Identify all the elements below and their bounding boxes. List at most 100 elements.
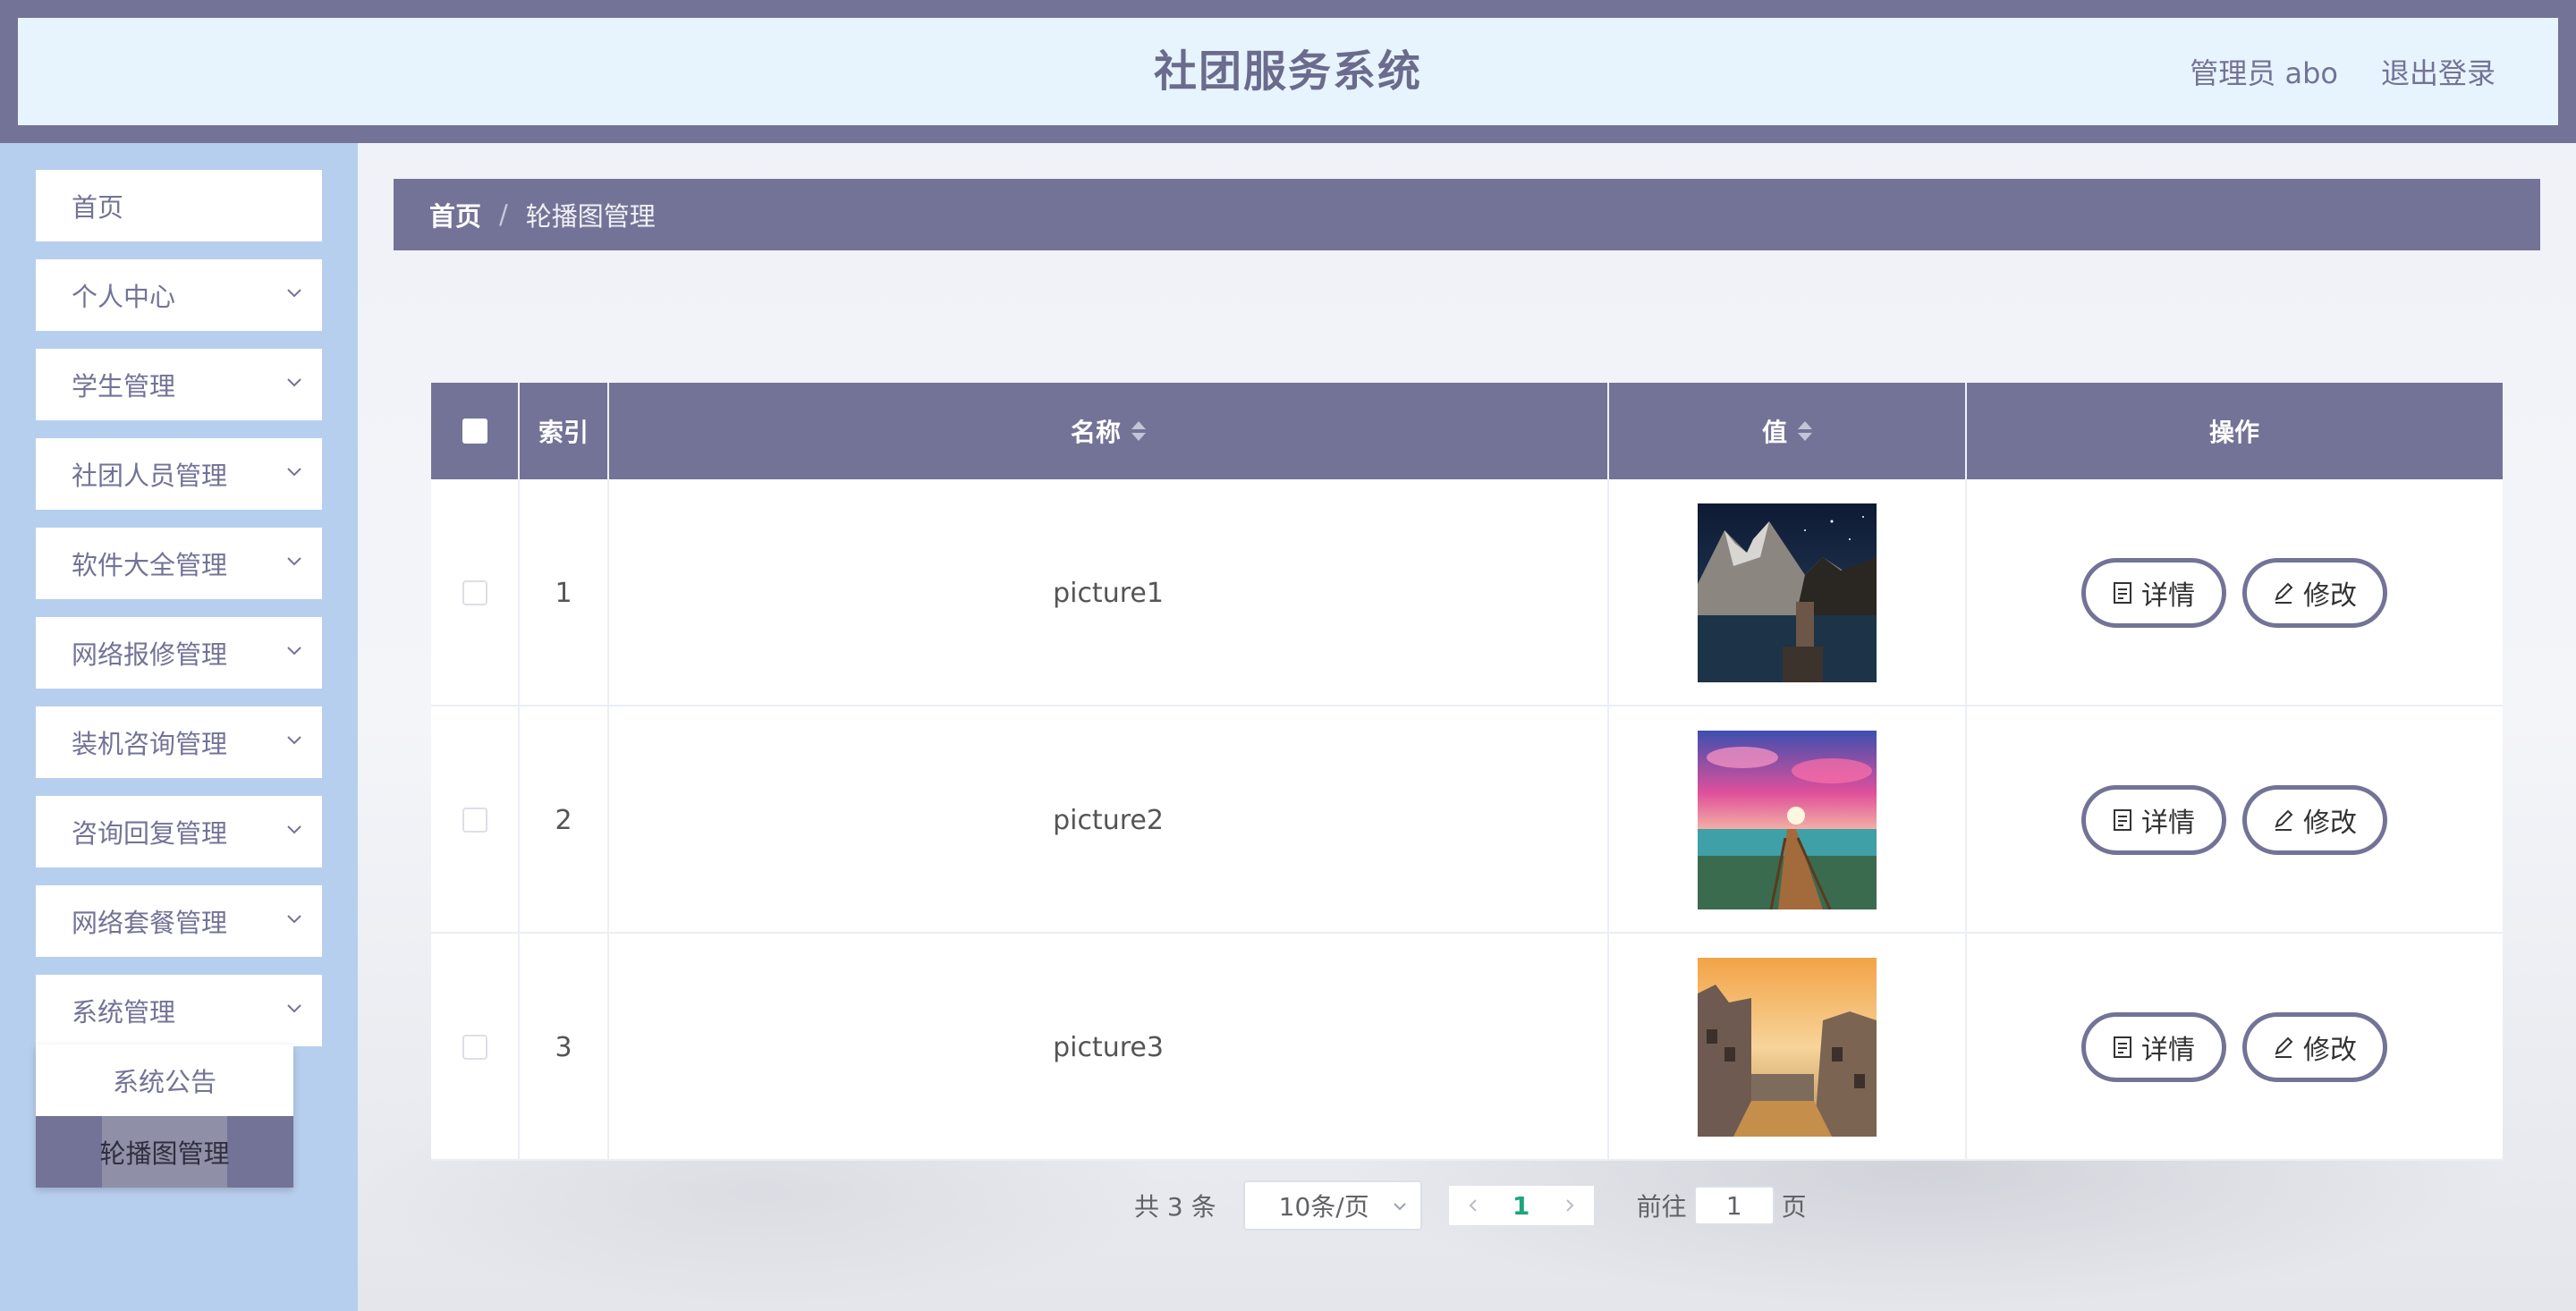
goto-page: 前往 页 <box>1637 1186 1807 1225</box>
detail-button-label: 详情 <box>2141 808 2195 839</box>
submenu-item-carousel[interactable]: 轮播图管理 <box>36 1116 293 1188</box>
detail-button-label: 详情 <box>2141 580 2195 612</box>
sidebar-item-label: 社团人员管理 <box>72 461 228 491</box>
chevron-down-icon <box>1393 1203 1406 1211</box>
breadcrumb-home[interactable]: 首页 <box>429 196 481 233</box>
sidebar-item-install-consult[interactable]: 装机咨询管理 <box>36 706 322 778</box>
current-user: 管理员 abo <box>2190 56 2338 90</box>
column-header-name-label: 名称 <box>1070 418 1121 447</box>
chevron-down-icon <box>287 825 301 834</box>
row-checkbox[interactable] <box>462 808 487 833</box>
chevron-down-icon <box>287 915 301 924</box>
column-header-value[interactable]: 值 <box>1608 383 1966 479</box>
breadcrumb-current: 轮播图管理 <box>525 201 656 232</box>
carousel-image-thumbnail[interactable] <box>1698 958 1877 1137</box>
row-checkbox[interactable] <box>462 1035 487 1060</box>
divider <box>518 934 520 1161</box>
top-bar: 社团服务系统 管理员 abo 退出登录 <box>0 0 2576 143</box>
sidebar-item-consult-reply[interactable]: 咨询回复管理 <box>36 796 322 867</box>
submenu-item-label: 轮播图管理 <box>99 1138 230 1169</box>
sidebar-item-students[interactable]: 学生管理 <box>36 349 322 420</box>
column-header-actions: 操作 <box>2208 418 2259 447</box>
divider <box>607 383 609 479</box>
edit-pencil-icon <box>2275 582 2293 604</box>
row-name: picture1 <box>1053 577 1164 609</box>
carousel-image-thumbnail[interactable] <box>1698 503 1877 682</box>
chevron-down-icon <box>287 378 301 387</box>
table-row: 3 picture3 详情 修改 <box>431 934 2503 1161</box>
divider <box>607 479 609 706</box>
header: 社团服务系统 管理员 abo 退出登录 <box>18 18 2558 125</box>
submenu-item-label: 系统公告 <box>112 1067 216 1097</box>
row-checkbox-cell <box>431 934 519 1161</box>
divider <box>1965 934 1967 1161</box>
sort-icon[interactable] <box>1798 421 1812 441</box>
edit-button[interactable]: 修改 <box>2242 558 2387 628</box>
sidebar-item-network-repair[interactable]: 网络报修管理 <box>36 617 322 689</box>
page-size-select[interactable]: 10条/页 <box>1242 1180 1422 1231</box>
sidebar-item-club-members[interactable]: 社团人员管理 <box>36 438 322 510</box>
edit-button-label: 修改 <box>2303 1035 2357 1066</box>
divider <box>1607 934 1609 1161</box>
divider <box>1965 479 1967 706</box>
detail-button[interactable]: 详情 <box>2081 558 2226 628</box>
edit-button[interactable]: 修改 <box>2242 1012 2387 1082</box>
sidebar-item-software[interactable]: 软件大全管理 <box>36 528 322 599</box>
divider <box>1607 383 1609 479</box>
logout-link[interactable]: 退出登录 <box>2381 51 2496 92</box>
site-title: 社团服务系统 <box>1153 47 1422 97</box>
breadcrumb: 首页 / 轮播图管理 <box>394 179 2540 250</box>
goto-label: 前往 <box>1636 1192 1687 1222</box>
divider <box>607 706 609 934</box>
row-index: 1 <box>555 577 572 609</box>
divider <box>518 479 520 706</box>
chevron-down-icon <box>287 468 301 477</box>
chevron-down-icon <box>287 289 301 298</box>
submenu-item-announcements[interactable]: 系统公告 <box>36 1045 293 1116</box>
sidebar-item-system[interactable]: 系统管理 <box>36 975 322 1046</box>
select-all-checkbox[interactable] <box>462 419 487 444</box>
edit-button-label: 修改 <box>2303 580 2357 612</box>
goto-page-input[interactable] <box>1693 1186 1775 1225</box>
table-row: 2 picture2 详情 修改 <box>431 706 2503 934</box>
row-actions: 详情 修改 <box>1966 934 2503 1161</box>
divider <box>607 934 609 1161</box>
detail-button-label: 详情 <box>2141 1035 2195 1066</box>
page-size-value: 10条/页 <box>1278 1192 1369 1222</box>
sidebar-item-label: 个人中心 <box>72 282 176 312</box>
sidebar-item-home[interactable]: 首页 <box>36 170 322 241</box>
sidebar-item-label: 咨询回复管理 <box>72 818 228 849</box>
divider <box>1607 479 1609 706</box>
column-header-index: 索引 <box>538 418 589 447</box>
pagination: 共 3 条 10条/页 1 前往 页 <box>1134 1180 1807 1231</box>
document-icon <box>2114 582 2131 604</box>
sidebar-item-label: 首页 <box>72 192 124 223</box>
divider <box>518 383 520 479</box>
document-icon <box>2114 1036 2131 1058</box>
detail-button[interactable]: 详情 <box>2081 1012 2226 1082</box>
edit-button[interactable]: 修改 <box>2242 785 2387 855</box>
sidebar-item-network-plans[interactable]: 网络套餐管理 <box>36 885 322 957</box>
chevron-down-icon <box>287 1004 301 1013</box>
edit-pencil-icon <box>2275 809 2293 831</box>
carousel-image-thumbnail[interactable] <box>1698 731 1877 909</box>
system-submenu: 系统公告 轮播图管理 <box>36 1045 293 1188</box>
page-number-current[interactable]: 1 <box>1497 1186 1546 1225</box>
sidebar-item-personal-center[interactable]: 个人中心 <box>36 259 322 331</box>
sort-icon[interactable] <box>1131 421 1146 441</box>
detail-button[interactable]: 详情 <box>2081 785 2226 855</box>
next-page-button[interactable] <box>1545 1186 1594 1225</box>
sidebar-item-label: 系统管理 <box>72 997 176 1028</box>
column-header-name[interactable]: 名称 <box>608 383 1608 479</box>
divider <box>518 706 520 934</box>
row-name: picture3 <box>1053 1031 1164 1063</box>
chevron-left-icon <box>1469 1199 1477 1212</box>
prev-page-button[interactable] <box>1448 1186 1497 1225</box>
sidebar-item-label: 网络套餐管理 <box>72 908 228 938</box>
row-name: picture2 <box>1053 804 1164 836</box>
row-value <box>1608 934 1966 1161</box>
goto-suffix: 页 <box>1781 1192 1807 1222</box>
table-header: 索引 名称 值 操作 <box>431 383 2503 479</box>
row-checkbox[interactable] <box>462 580 487 605</box>
divider <box>1965 706 1967 934</box>
